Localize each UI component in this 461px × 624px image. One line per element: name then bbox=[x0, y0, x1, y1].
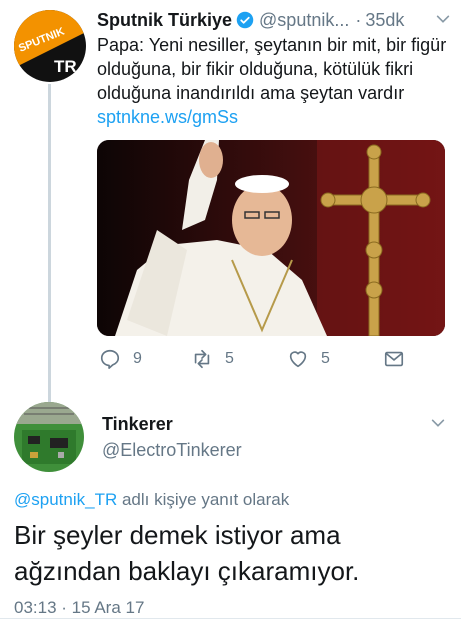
dm-action[interactable] bbox=[383, 348, 417, 370]
reply-context: @sputnik_TR adlı kişiye yanıt olarak bbox=[14, 490, 289, 510]
tinkerer-avatar[interactable] bbox=[14, 402, 84, 472]
sputnik-avatar[interactable]: SPUTNIK TR bbox=[14, 10, 86, 82]
reply-icon bbox=[100, 349, 120, 369]
retweet-count: 5 bbox=[225, 350, 234, 367]
heart-icon bbox=[289, 351, 307, 368]
display-name[interactable]: Sputnik Türkiye bbox=[97, 10, 232, 31]
tweet-header: Sputnik Türkiye @sputnik... · 35dk bbox=[97, 8, 452, 32]
divider bbox=[0, 618, 461, 619]
reply-to-handle[interactable]: @sputnik_TR bbox=[14, 490, 117, 509]
retweet-action[interactable]: 5 bbox=[191, 348, 234, 370]
tweet-link[interactable]: sptnkne.ws/gmSs bbox=[97, 107, 238, 127]
reply-action[interactable]: 9 bbox=[99, 348, 142, 370]
user-handle[interactable]: @sputnik... bbox=[259, 10, 349, 31]
tweet-time[interactable]: 35dk bbox=[365, 10, 404, 31]
user-handle-2[interactable]: @ElectroTinkerer bbox=[102, 440, 242, 461]
thread-connector bbox=[48, 84, 51, 402]
avatar-tr-text: TR bbox=[54, 57, 77, 76]
tweet-actions: 9 5 5 bbox=[97, 348, 437, 376]
like-count: 5 bbox=[321, 350, 330, 367]
chevron-down-icon[interactable] bbox=[429, 414, 447, 432]
tweet-text: Papa: Yeni nesiller, şeytanın bir mit, b… bbox=[97, 33, 457, 129]
display-name-2[interactable]: Tinkerer bbox=[102, 414, 173, 435]
reply-count: 9 bbox=[133, 350, 142, 367]
envelope-icon bbox=[384, 351, 404, 367]
verified-badge-icon bbox=[236, 11, 254, 29]
separator-dot: · bbox=[355, 9, 362, 30]
tweet-timestamp[interactable]: 03:13 · 15 Ara 17 bbox=[14, 598, 144, 618]
tweet-body: Papa: Yeni nesiller, şeytanın bir mit, b… bbox=[97, 35, 447, 103]
like-action[interactable]: 5 bbox=[287, 348, 330, 370]
tweet-text-2: Bir şeyler demek istiyor ama ağzından ba… bbox=[14, 520, 360, 586]
chevron-down-icon[interactable] bbox=[434, 10, 452, 28]
retweet-icon bbox=[194, 349, 210, 369]
reply-context-label: adlı kişiye yanıt olarak bbox=[117, 490, 290, 509]
tweet-photo[interactable] bbox=[97, 140, 445, 336]
